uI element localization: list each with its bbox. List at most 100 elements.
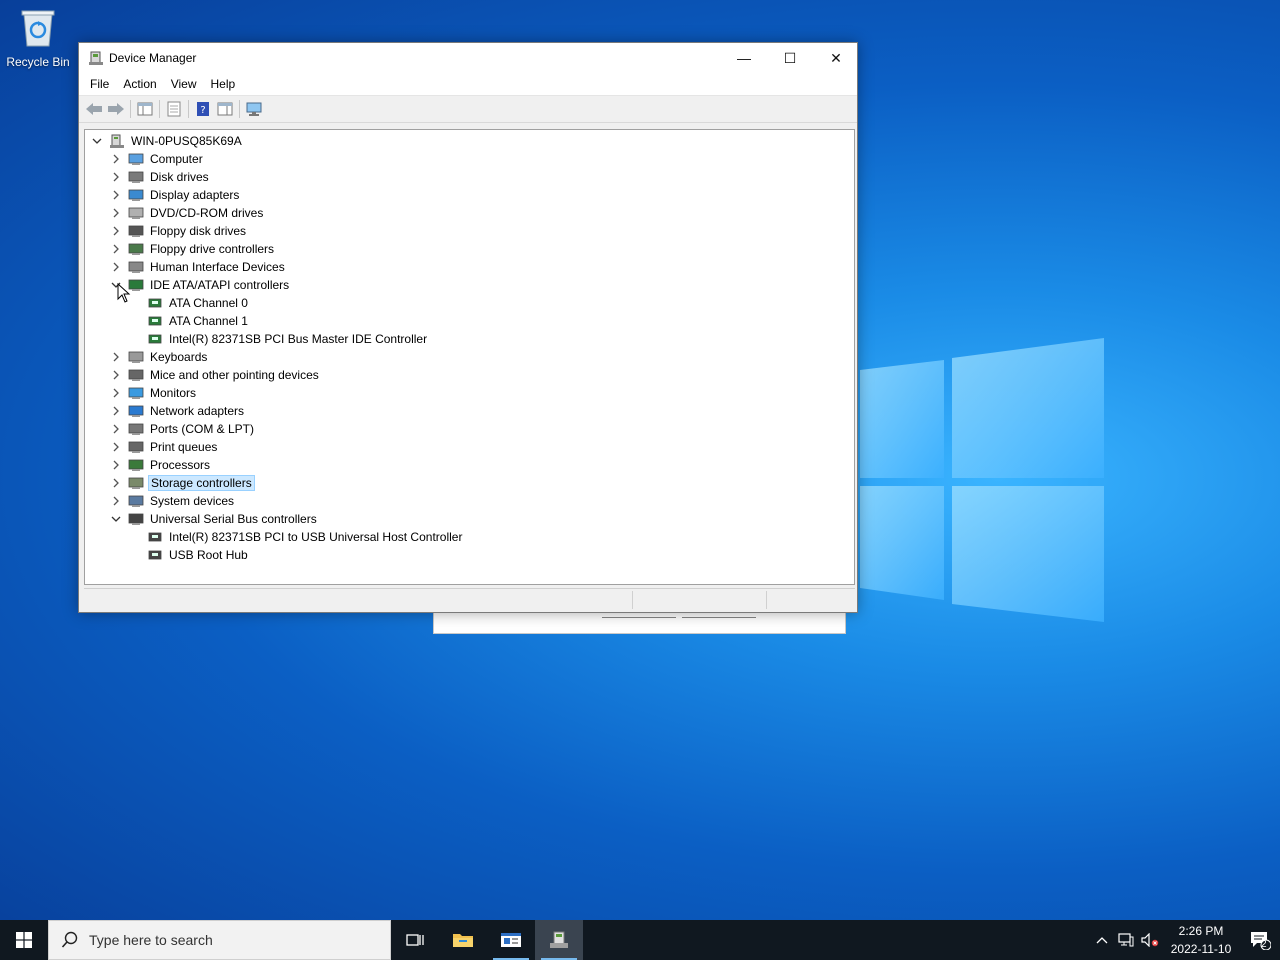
expand-chevron-icon[interactable] [110,261,122,273]
tree-device[interactable]: ATA Channel 0 [147,294,250,312]
tree-root[interactable]: WIN-0PUSQ85K69A [91,132,244,150]
scan-hardware-button[interactable] [243,99,265,119]
tree-category[interactable]: Mice and other pointing devices [110,366,321,384]
ide-controller-device-icon [148,316,162,326]
minimize-button[interactable]: — [721,43,767,73]
menu-file[interactable]: File [83,77,116,91]
tree-category-label: Ports (COM & LPT) [150,422,255,436]
file-explorer-button[interactable] [439,920,487,960]
status-bar [84,588,855,610]
tree-category[interactable]: Monitors [110,384,198,402]
menu-action[interactable]: Action [116,77,163,91]
tree-category-label: Disk drives [150,170,209,184]
tree-device[interactable]: Intel(R) 82371SB PCI Bus Master IDE Cont… [147,330,429,348]
show-hidden-icons-button[interactable] [1090,920,1114,960]
expand-chevron-icon[interactable] [110,405,122,417]
notification-icon [1251,932,1271,950]
tree-category[interactable]: Floppy disk drives [110,222,248,240]
expand-chevron-icon[interactable] [110,351,122,363]
expand-chevron-icon[interactable] [110,387,122,399]
tree-category[interactable]: Processors [110,456,212,474]
show-hide-console-tree-button[interactable] [134,99,156,119]
search-icon [61,931,78,948]
tree-category[interactable]: Floppy drive controllers [110,240,276,258]
menu-help[interactable]: Help [204,77,243,91]
volume-tray-button[interactable] [1138,920,1162,960]
expand-chevron-icon[interactable] [110,225,122,237]
chevron-up-icon [1096,937,1108,944]
scan-hardware-icon [246,102,262,116]
expand-chevron-icon[interactable] [110,495,122,507]
tree-device[interactable]: Intel(R) 82371SB PCI to USB Universal Ho… [147,528,464,546]
tree-category[interactable]: Print queues [110,438,219,456]
menu-view[interactable]: View [164,77,204,91]
tree-category[interactable]: Disk drives [110,168,211,186]
usb-device-icon [148,532,162,542]
usb-icon [128,513,144,525]
expand-chevron-icon[interactable] [110,243,122,255]
svg-text:?: ? [200,105,205,116]
usb-device-icon [148,550,162,560]
action-center-button[interactable]: 2 [1240,920,1280,960]
printer-icon [128,441,144,453]
tree-category[interactable]: Display adapters [110,186,241,204]
help-icon: ? [197,102,209,116]
tree-device[interactable]: ATA Channel 1 [147,312,250,330]
device-manager-window: Device Manager — ☐ ✕ File Action View He… [78,42,858,613]
task-view-button[interactable] [391,920,439,960]
expand-chevron-icon[interactable] [110,369,122,381]
forward-button[interactable] [105,99,127,119]
device-manager-taskbar-button[interactable] [535,920,583,960]
collapse-chevron-icon[interactable] [91,135,103,147]
tree-category[interactable]: Human Interface Devices [110,258,287,276]
notification-count-badge: 2 [1261,939,1267,950]
status-pane-divider [766,591,767,609]
windows-logo-wallpaper [860,338,1104,622]
tree-category[interactable]: Keyboards [110,348,209,366]
tree-category[interactable]: IDE ATA/ATAPI controllers [110,276,291,294]
status-pane-divider [632,591,633,609]
floppy-drive-icon [128,225,144,237]
expand-chevron-icon[interactable] [110,477,122,489]
tree-category-label: Floppy disk drives [150,224,247,238]
start-button[interactable] [0,920,48,960]
display-adapter-icon [128,189,144,201]
desktop: Recycle Bin Device Manager — ☐ ✕ File Ac… [0,0,1280,920]
expand-chevron-icon[interactable] [110,441,122,453]
tree-category[interactable]: Storage controllers [110,474,255,492]
expand-chevron-icon[interactable] [110,153,122,165]
tree-category[interactable]: DVD/CD-ROM drives [110,204,265,222]
tree-category-label: Human Interface Devices [150,260,285,274]
collapse-chevron-icon[interactable] [110,513,122,525]
close-button[interactable]: ✕ [813,43,859,73]
tree-category[interactable]: Ports (COM & LPT) [110,420,256,438]
network-tray-button[interactable] [1114,920,1138,960]
maximize-button[interactable]: ☐ [767,43,813,73]
tree-category[interactable]: System devices [110,492,236,510]
back-button[interactable] [83,99,105,119]
tree-category[interactable]: Network adapters [110,402,246,420]
expand-chevron-icon[interactable] [110,459,122,471]
help-button[interactable]: ? [192,99,214,119]
system-tray: 2:26 PM 2022-11-10 2 [1090,920,1280,960]
action-pane-button[interactable] [214,99,236,119]
device-tree[interactable]: WIN-0PUSQ85K69A Computer Disk drives Displ… [84,129,855,585]
console-tree-icon [137,102,153,116]
expand-chevron-icon[interactable] [110,171,122,183]
properties-button[interactable] [163,99,185,119]
expand-chevron-icon[interactable] [110,207,122,219]
tree-category[interactable]: Computer [110,150,205,168]
expand-chevron-icon[interactable] [110,189,122,201]
tree-category-label: Mice and other pointing devices [150,368,319,382]
expand-chevron-icon[interactable] [110,423,122,435]
tree-device[interactable]: USB Root Hub [147,546,250,564]
server-manager-button[interactable] [487,920,535,960]
tree-category[interactable]: Universal Serial Bus controllers [110,510,319,528]
taskbar-search-box[interactable]: Type here to search [48,920,391,960]
server-manager-icon [501,933,521,947]
taskbar-clock[interactable]: 2:26 PM 2022-11-10 [1168,922,1234,958]
tree-category-label: System devices [150,494,235,508]
network-icon [1118,933,1134,947]
recycle-bin-shortcut[interactable]: Recycle Bin [4,6,72,69]
title-bar[interactable]: Device Manager — ☐ ✕ [79,43,857,73]
